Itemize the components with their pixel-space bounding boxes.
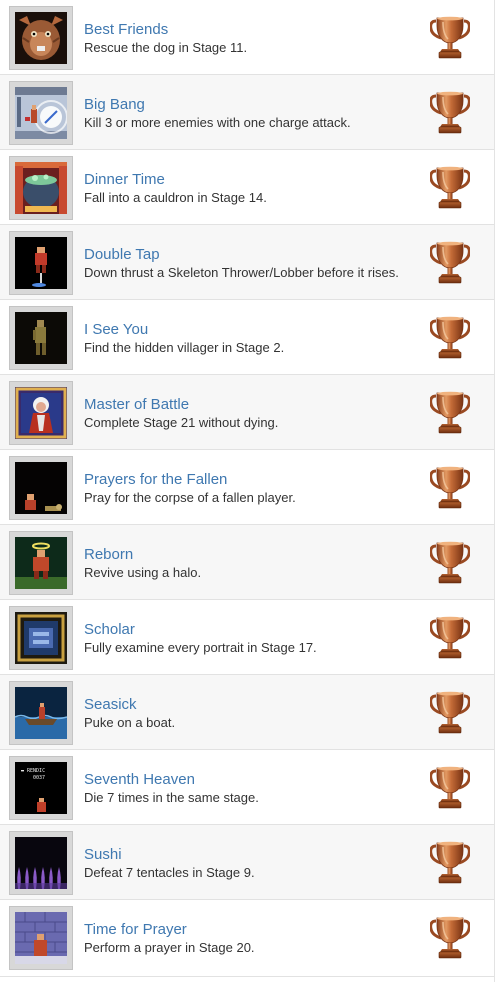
trophy-row-time-for-prayer[interactable]: Time for Prayer Perform a prayer in Stag… (0, 900, 494, 977)
trophy-thumbnail-frame: ▬ RENDIC 0037 (9, 756, 73, 820)
trophy-description: Pray for the corpse of a fallen player. (84, 490, 296, 505)
trophy-row-scholar[interactable]: Scholar Fully examine every portrait in … (0, 600, 494, 675)
bronze-trophy-icon (430, 916, 470, 960)
trophy-title[interactable]: Reborn (84, 546, 133, 564)
bronze-trophy-icon (430, 316, 470, 360)
trophy-description: Defeat 7 tentacles in Stage 9. (84, 865, 255, 880)
bronze-trophy-icon (430, 766, 470, 810)
bronze-trophy-icon (430, 91, 470, 135)
trophy-thumbnail-frame (9, 6, 73, 70)
bronze-trophy-icon (430, 16, 470, 60)
throne-king-scene-image (15, 387, 67, 439)
trophy-row-big-bang[interactable]: Big Bang Kill 3 or more enemies with one… (0, 75, 494, 150)
trophy-thumbnail-frame (9, 81, 73, 145)
trophy-row-seasick[interactable]: Seasick Puke on a boat. (0, 675, 494, 750)
trophy-description: Kill 3 or more enemies with one charge a… (84, 115, 351, 130)
trophy-row-dinner-time[interactable]: Dinner Time Fall into a cauldron in Stag… (0, 150, 494, 225)
trophy-title[interactable]: I See You (84, 321, 148, 339)
trophy-title[interactable]: Prayers for the Fallen (84, 471, 227, 489)
charge-attack-scene-image (15, 87, 67, 139)
bronze-trophy-icon (430, 616, 470, 660)
tentacles-scene-image (15, 837, 67, 889)
trophy-description: Die 7 times in the same stage. (84, 790, 259, 805)
trophy-list: Best Friends Rescue the dog in Stage 11. (0, 0, 495, 982)
trophy-thumbnail-frame (9, 531, 73, 595)
trophy-title[interactable]: Scholar (84, 621, 135, 639)
bronze-trophy-icon (430, 166, 470, 210)
trophy-title[interactable]: Seventh Heaven (84, 771, 195, 789)
trophy-title[interactable]: Best Friends (84, 21, 168, 39)
trophy-description: Find the hidden villager in Stage 2. (84, 340, 285, 355)
trophy-title[interactable]: Dinner Time (84, 171, 165, 189)
trophy-thumbnail-frame (9, 456, 73, 520)
trophy-title[interactable]: Master of Battle (84, 396, 189, 414)
trophy-row-seventh-heaven[interactable]: ▬ RENDIC 0037 Seventh Heaven Die 7 times… (0, 750, 494, 825)
trophy-thumbnail-frame (9, 606, 73, 670)
trophy-thumbnail-frame (9, 381, 73, 445)
trophy-title[interactable]: Big Bang (84, 96, 145, 114)
hidden-villager-scene-image (15, 312, 67, 364)
trophy-description: Perform a prayer in Stage 20. (84, 940, 255, 955)
hud-score-text: 0037 (33, 775, 45, 781)
trophy-thumbnail-frame (9, 231, 73, 295)
seventh-heaven-scene-image: ▬ RENDIC 0037 (15, 762, 67, 814)
trophy-thumbnail-frame (9, 681, 73, 745)
trophy-row-i-see-you[interactable]: I See You Find the hidden villager in St… (0, 300, 494, 375)
trophy-title[interactable]: Double Tap (84, 246, 160, 264)
trophy-thumbnail-frame (9, 831, 73, 895)
hud-name-text: ▬ RENDIC (21, 768, 45, 774)
boat-scene-image (15, 687, 67, 739)
trophy-row-master-of-battle[interactable]: Master of Battle Complete Stage 21 witho… (0, 375, 494, 450)
trophy-row-double-tap[interactable]: Double Tap Down thrust a Skeleton Throwe… (0, 225, 494, 300)
trophy-title[interactable]: Sushi (84, 846, 122, 864)
trophy-thumbnail-frame (9, 906, 73, 970)
trophy-title[interactable]: Time for Prayer (84, 921, 187, 939)
trophy-thumbnail-frame (9, 306, 73, 370)
halo-revive-scene-image (15, 537, 67, 589)
trophy-thumbnail-frame (9, 156, 73, 220)
portrait-frame-scene-image (15, 612, 67, 664)
bronze-trophy-icon (430, 391, 470, 435)
praying-scene-image (15, 462, 67, 514)
trophy-row-best-friends[interactable]: Best Friends Rescue the dog in Stage 11. (0, 0, 494, 75)
trophy-description: Fully examine every portrait in Stage 17… (84, 640, 317, 655)
bronze-trophy-icon (430, 841, 470, 885)
down-thrust-scene-image (15, 237, 67, 289)
trophy-row-prayers-for-the-fallen[interactable]: Prayers for the Fallen Pray for the corp… (0, 450, 494, 525)
cauldron-scene-image (15, 162, 67, 214)
trophy-row-sushi[interactable]: Sushi Defeat 7 tentacles in Stage 9. (0, 825, 494, 900)
trophy-description: Puke on a boat. (84, 715, 176, 730)
trophy-description: Complete Stage 21 without dying. (84, 415, 279, 430)
bronze-trophy-icon (430, 541, 470, 585)
bronze-trophy-icon (430, 691, 470, 735)
trophy-title[interactable]: Seasick (84, 696, 137, 714)
trophy-row-reborn[interactable]: Reborn Revive using a halo. (0, 525, 494, 600)
trophy-description: Revive using a halo. (84, 565, 202, 580)
rat-creature-portrait-image (15, 12, 67, 64)
trophy-description: Fall into a cauldron in Stage 14. (84, 190, 267, 205)
trophy-description: Down thrust a Skeleton Thrower/Lobber be… (84, 265, 399, 280)
bronze-trophy-icon (430, 466, 470, 510)
trophy-description: Rescue the dog in Stage 11. (84, 40, 248, 55)
prayer-temple-scene-image (15, 912, 67, 964)
bronze-trophy-icon (430, 241, 470, 285)
